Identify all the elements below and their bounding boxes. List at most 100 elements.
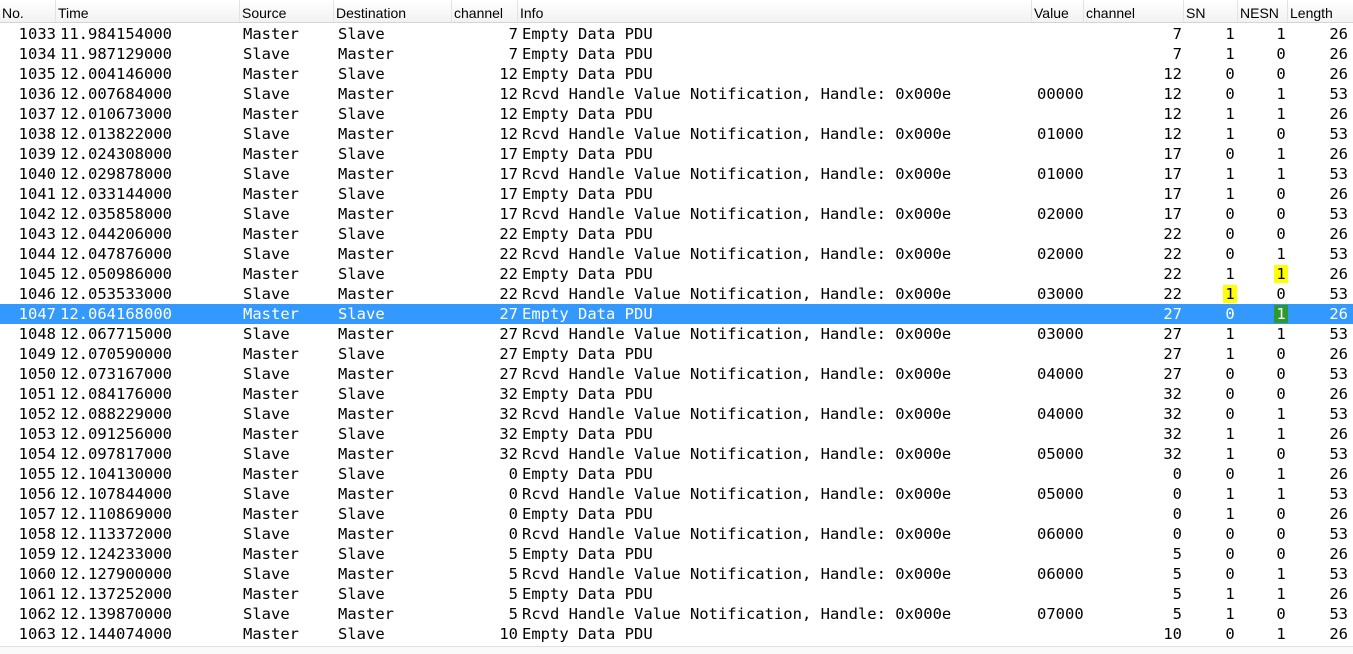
packet-row[interactable]: 1059 12.124233000 Master Slave 5 Empty Data P… <box>0 544 1353 564</box>
packet-row[interactable]: 1033 11.984154000 Master Slave 7 Empty Data P… <box>0 24 1353 44</box>
packet-row[interactable]: 1038 12.013822000 Slave Master 12 Rcvd Handle… <box>0 124 1353 144</box>
cell-length: 53 <box>1329 165 1348 183</box>
cell-destination: Slave <box>338 185 385 203</box>
cell-value: 04000 <box>1037 405 1084 423</box>
packet-row[interactable]: 1062 12.139870000 Slave Master 5 Rcvd Handle … <box>0 604 1353 624</box>
cell-time: 12.035858000 <box>60 205 172 223</box>
cell-channel: 27 <box>499 365 518 383</box>
nesn-highlight-marker: 1 <box>1274 265 1288 283</box>
packet-row[interactable]: 1042 12.035858000 Slave Master 17 Rcvd Handle… <box>0 204 1353 224</box>
packet-row[interactable]: 1037 12.010673000 Master Slave 12 Empty Data … <box>0 104 1353 124</box>
cell-info: Rcvd Handle Value Notification, Handle: … <box>522 285 952 303</box>
cell-sn: 0 <box>1225 565 1235 583</box>
packet-row[interactable]: 1051 12.084176000 Master Slave 32 Empty Data … <box>0 384 1353 404</box>
packet-row[interactable]: 1044 12.047876000 Slave Master 22 Rcvd Handle… <box>0 244 1353 264</box>
cell-no: 1052 <box>18 405 56 423</box>
cell-value <box>1037 224 1087 244</box>
cell-channel: 27 <box>499 345 518 363</box>
cell-time: 12.127900000 <box>60 565 172 583</box>
packet-row[interactable]: 1048 12.067715000 Slave Master 27 Rcvd Handle… <box>0 324 1353 344</box>
packet-row[interactable]: 1056 12.107844000 Slave Master 0 Rcvd Handle … <box>0 484 1353 504</box>
cell-destination: Slave <box>338 25 385 43</box>
packet-row[interactable]: 1060 12.127900000 Slave Master 5 Rcvd Handle … <box>0 564 1353 584</box>
cell-info: Rcvd Handle Value Notification, Handle: … <box>522 165 952 183</box>
cell-source: Master <box>243 305 299 323</box>
packet-row[interactable]: 1058 12.113372000 Slave Master 0 Rcvd Handle … <box>0 524 1353 544</box>
packet-list-header: No. Time Source Destination channel Info… <box>0 0 1353 23</box>
packet-row[interactable]: 1061 12.137252000 Master Slave 5 Empty Data P… <box>0 584 1353 604</box>
cell-destination: Master <box>338 365 394 383</box>
packet-row[interactable]: 1063 12.144074000 Master Slave 10 Empty Data … <box>0 624 1353 644</box>
cell-info: Empty Data PDU <box>522 145 653 163</box>
cell-value <box>1037 464 1087 484</box>
cell-channel: 7 <box>508 25 518 43</box>
cell-time: 11.984154000 <box>60 25 172 43</box>
cell-value: 02000 <box>1037 205 1084 223</box>
cell-info: Rcvd Handle Value Notification, Handle: … <box>522 405 952 423</box>
column-header-channel[interactable]: channel <box>452 0 518 22</box>
cell-destination: Slave <box>338 465 385 483</box>
column-header-no[interactable]: No. <box>0 0 56 22</box>
packet-row[interactable]: 1052 12.088229000 Slave Master 32 Rcvd Handle… <box>0 404 1353 424</box>
cell-channel: 32 <box>499 425 518 443</box>
cell-no: 1043 <box>18 225 56 243</box>
cell-time: 12.013822000 <box>60 125 172 143</box>
cell-length: 26 <box>1329 25 1348 43</box>
column-header-source[interactable]: Source <box>240 0 334 22</box>
packet-row[interactable]: 1041 12.033144000 Master Slave 17 Empty Data … <box>0 184 1353 204</box>
cell-sn: 0 <box>1225 145 1235 163</box>
cell-channel: 32 <box>499 445 518 463</box>
cell-no: 1058 <box>18 525 56 543</box>
packet-row[interactable]: 1043 12.044206000 Master Slave 22 Empty Data … <box>0 224 1353 244</box>
column-header-channel-2[interactable]: channel <box>1084 0 1184 22</box>
cell-source: Master <box>243 385 299 403</box>
packet-row[interactable]: 1040 12.029878000 Slave Master 17 Rcvd Handle… <box>0 164 1353 184</box>
cell-channel-2: 7 <box>1172 45 1182 63</box>
cell-sn: 0 <box>1225 405 1235 423</box>
cell-no: 1049 <box>18 345 56 363</box>
cell-channel-2: 0 <box>1172 485 1182 503</box>
packet-row[interactable]: 1036 12.007684000 Slave Master 12 Rcvd Handle… <box>0 84 1353 104</box>
cell-info: Rcvd Handle Value Notification, Handle: … <box>522 565 952 583</box>
packet-row[interactable]: 1034 11.987129000 Slave Master 7 Empty Data P… <box>0 44 1353 64</box>
packet-row[interactable]: 1054 12.097817000 Slave Master 32 Rcvd Handle… <box>0 444 1353 464</box>
cell-length: 26 <box>1329 465 1348 483</box>
column-header-info[interactable]: Info <box>518 0 1032 22</box>
cell-length: 26 <box>1329 545 1348 563</box>
packet-row[interactable]: 1053 12.091256000 Master Slave 32 Empty Data … <box>0 424 1353 444</box>
packet-row[interactable]: 1057 12.110869000 Master Slave 0 Empty Data P… <box>0 504 1353 524</box>
cell-channel: 10 <box>499 625 518 643</box>
cell-destination: Master <box>338 325 394 343</box>
cell-source: Slave <box>243 365 290 383</box>
cell-sn: 1 <box>1225 605 1235 623</box>
packet-row-selected[interactable]: 1047 12.064168000 Master Slave 27 Empty Data … <box>0 304 1353 324</box>
packet-row[interactable]: 1045 12.050986000 Master Slave 22 Empty Data … <box>0 264 1353 284</box>
packet-row[interactable]: 1035 12.004146000 Master Slave 12 Empty Data … <box>0 64 1353 84</box>
cell-source: Master <box>243 25 299 43</box>
column-header-destination[interactable]: Destination <box>334 0 452 22</box>
cell-source: Master <box>243 65 299 83</box>
cell-channel-2: 5 <box>1172 545 1182 563</box>
packet-row[interactable]: 1039 12.024308000 Master Slave 17 Empty Data … <box>0 144 1353 164</box>
cell-sn: 1 <box>1225 125 1235 143</box>
packet-row[interactable]: 1055 12.104130000 Master Slave 0 Empty Data P… <box>0 464 1353 484</box>
cell-destination: Slave <box>338 345 385 363</box>
cell-value: 03000 <box>1037 285 1084 303</box>
cell-length: 26 <box>1329 145 1348 163</box>
packet-row[interactable]: 1049 12.070590000 Master Slave 27 Empty Data … <box>0 344 1353 364</box>
column-header-value[interactable]: Value <box>1032 0 1084 22</box>
cell-no: 1054 <box>18 445 56 463</box>
column-header-time[interactable]: Time <box>56 0 240 22</box>
column-header-sn[interactable]: SN <box>1184 0 1238 22</box>
cell-time: 12.024308000 <box>60 145 172 163</box>
cell-value: 01000 <box>1037 125 1084 143</box>
packet-row[interactable]: 1046 12.053533000 Slave Master 22 Rcvd Handle… <box>0 284 1353 304</box>
cell-no: 1051 <box>18 385 56 403</box>
cell-value: 01000 <box>1037 165 1084 183</box>
packet-row[interactable]: 1050 12.073167000 Slave Master 27 Rcvd Handle… <box>0 364 1353 384</box>
cell-length: 53 <box>1329 565 1348 583</box>
column-header-nesn[interactable]: NESN <box>1238 0 1288 22</box>
cell-sn: 1 <box>1225 165 1235 183</box>
cell-destination: Slave <box>338 305 385 323</box>
column-header-length[interactable]: Length <box>1288 0 1353 22</box>
